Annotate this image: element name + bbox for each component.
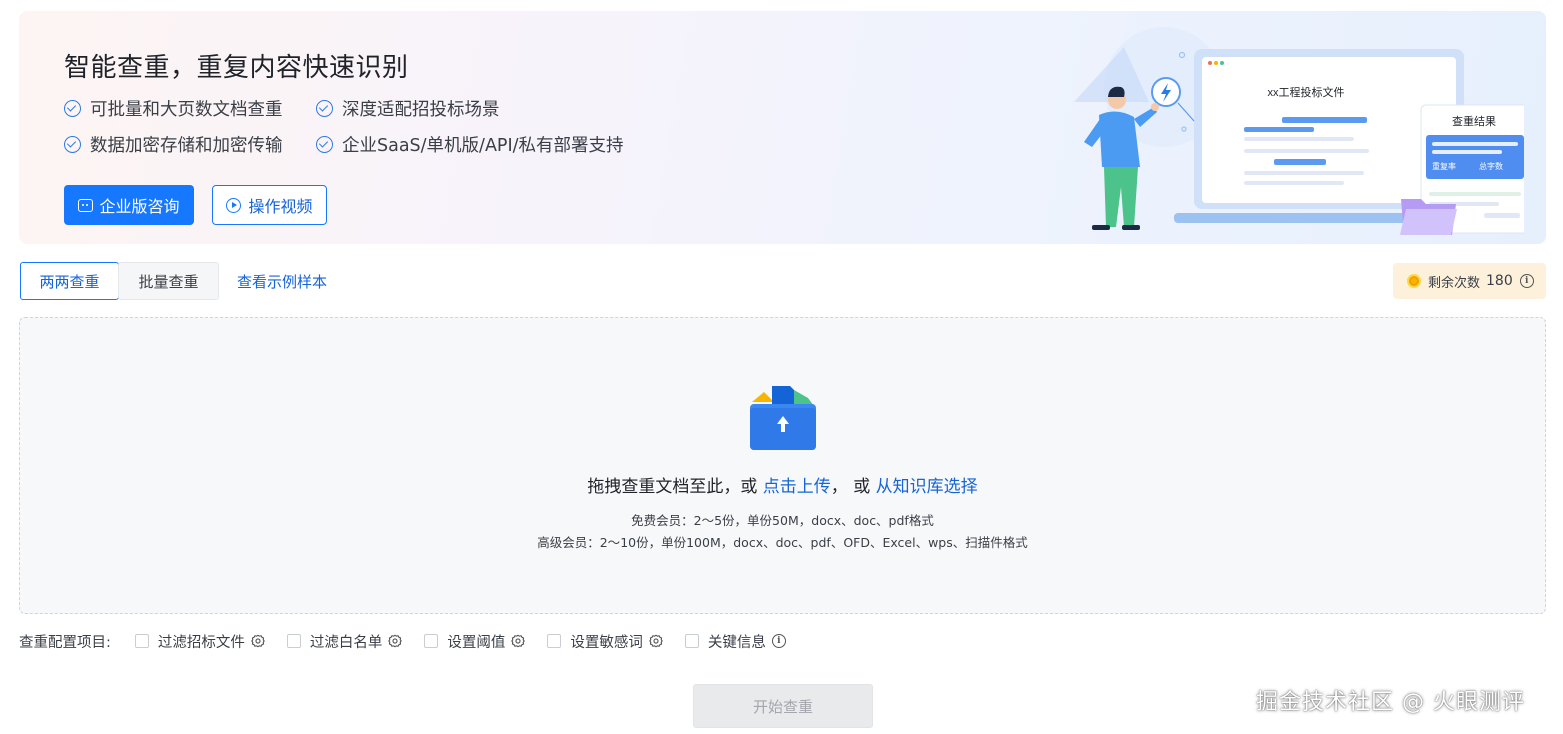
check-circle-icon bbox=[64, 99, 81, 117]
check-circle-icon bbox=[316, 135, 333, 153]
info-icon[interactable]: i bbox=[771, 634, 786, 648]
hero-banner: 智能查重，重复内容快速识别 可批量和大页数文档查重 深度适配招投标场景 数据加密… bbox=[19, 11, 1546, 244]
banner-illustration: xx工程投标文件 查重结果 重复率 总字数 bbox=[1074, 27, 1524, 235]
premium-member-note: 高级会员：2～10份，单份100M，docx、doc、pdf、OFD、Excel… bbox=[537, 535, 1028, 550]
filter-whitelist-checkbox[interactable] bbox=[286, 634, 301, 648]
gear-icon[interactable] bbox=[251, 634, 265, 648]
feature-list: 可批量和大页数文档查重 深度适配招投标场景 数据加密存储和加密传输 企业SaaS… bbox=[64, 97, 684, 156]
upload-instruction: 拖拽查重文档至此，或 点击上传， 或 从知识库选择 bbox=[587, 477, 978, 497]
enterprise-consult-button[interactable]: 企业版咨询 bbox=[64, 185, 194, 225]
check-circle-icon bbox=[316, 99, 333, 117]
doc-title-text: xx工程投标文件 bbox=[1268, 85, 1345, 99]
tab-pairwise-check[interactable]: 两两查重 bbox=[20, 262, 119, 300]
result-label-rate: 重复率 bbox=[1432, 161, 1456, 171]
check-circle-icon bbox=[64, 135, 81, 153]
tab-batch-check[interactable]: 批量查重 bbox=[118, 262, 219, 300]
remaining-label: 剩余次数 bbox=[1428, 275, 1481, 291]
config-key-info[interactable]: 关键信息 i bbox=[684, 631, 786, 652]
click-upload-link[interactable]: 点击上传 bbox=[763, 477, 831, 497]
feature-item: 深度适配招投标场景 bbox=[316, 97, 646, 120]
check-config-row: 查重配置项目: 过滤招标文件 过滤白名单 设置阈值 设置敏感词 关键信息 i bbox=[19, 630, 808, 652]
upload-folder-icon bbox=[750, 386, 816, 450]
info-icon[interactable]: i bbox=[1519, 274, 1534, 288]
config-threshold[interactable]: 设置阈值 bbox=[424, 631, 526, 652]
feature-item: 可批量和大页数文档查重 bbox=[64, 97, 316, 120]
gear-icon[interactable] bbox=[649, 634, 663, 648]
coin-icon bbox=[1407, 274, 1421, 288]
feature-item: 企业SaaS/单机版/API/私有部署支持 bbox=[316, 133, 646, 156]
gear-icon[interactable] bbox=[511, 634, 526, 648]
config-sensitive-words[interactable]: 设置敏感词 bbox=[547, 631, 663, 652]
watermark-text: 掘金技术社区 @ 火眼测评 bbox=[1256, 690, 1525, 715]
filter-tender-checkbox[interactable] bbox=[134, 634, 149, 648]
result-label-words: 总字数 bbox=[1479, 161, 1503, 171]
chat-icon bbox=[78, 198, 94, 212]
gear-icon[interactable] bbox=[388, 634, 403, 648]
config-filter-tender[interactable]: 过滤招标文件 bbox=[134, 631, 265, 652]
config-filter-whitelist[interactable]: 过滤白名单 bbox=[286, 631, 403, 652]
remaining-count-badge: 剩余次数 180 i bbox=[1393, 263, 1546, 299]
start-check-button[interactable]: 开始查重 bbox=[693, 684, 873, 728]
upload-dropzone[interactable]: 拖拽查重文档至此，或 点击上传， 或 从知识库选择 免费会员：2～5份，单份50… bbox=[19, 317, 1546, 614]
banner-title: 智能查重，重复内容快速识别 bbox=[64, 53, 409, 83]
tutorial-video-button[interactable]: 操作视频 bbox=[212, 185, 327, 225]
view-sample-link[interactable]: 查看示例样本 bbox=[237, 271, 327, 292]
play-circle-icon bbox=[226, 197, 242, 213]
result-title-text: 查重结果 bbox=[1452, 114, 1496, 128]
sensitive-words-checkbox[interactable] bbox=[547, 634, 562, 648]
remaining-count: 180 bbox=[1486, 273, 1513, 289]
threshold-checkbox[interactable] bbox=[424, 634, 439, 648]
knowledge-base-select-link[interactable]: 从知识库选择 bbox=[876, 477, 978, 497]
free-member-note: 免费会员：2～5份，单份50M，docx、doc、pdf格式 bbox=[631, 513, 934, 528]
key-info-checkbox[interactable] bbox=[684, 634, 699, 648]
feature-item: 数据加密存储和加密传输 bbox=[64, 133, 316, 156]
config-label: 查重配置项目: bbox=[19, 634, 111, 651]
